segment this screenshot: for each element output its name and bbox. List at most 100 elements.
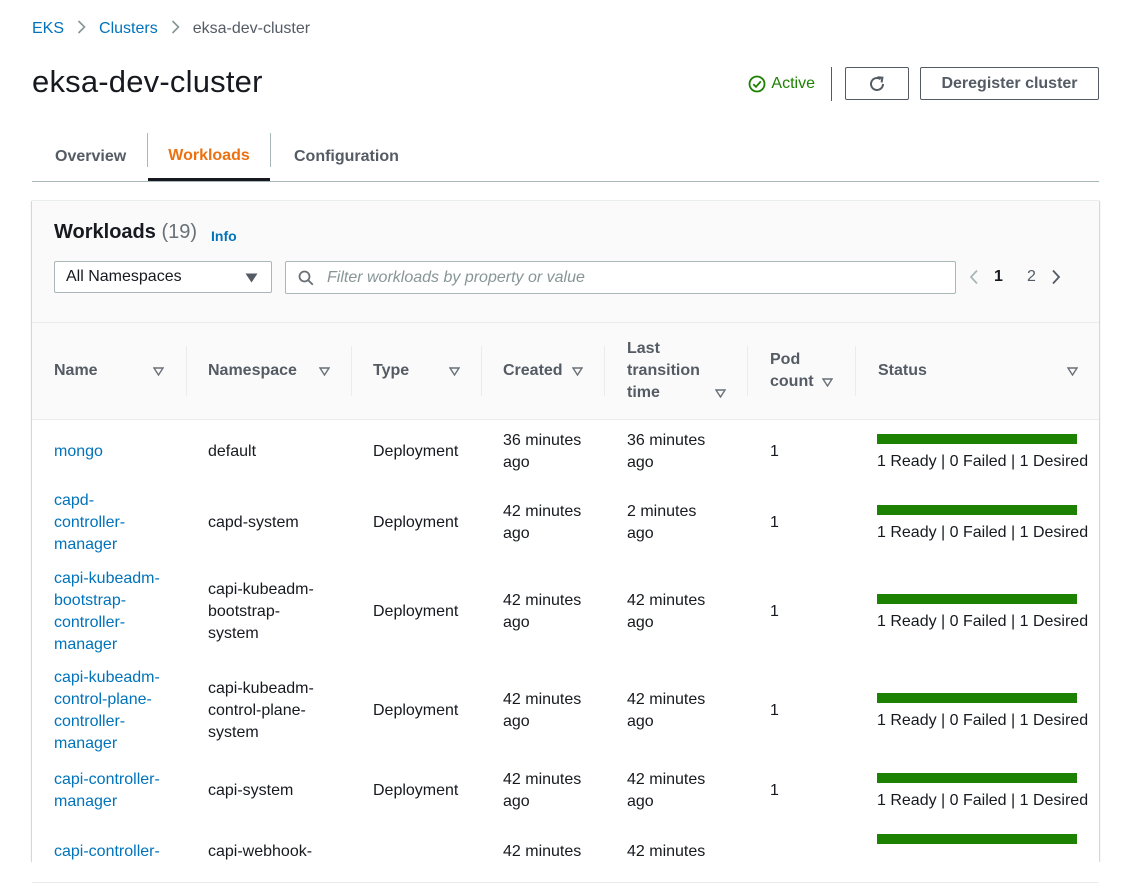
page-1-button[interactable]: 1	[982, 268, 1015, 286]
header-actions: Active Deregister cluster	[748, 66, 1099, 101]
cell-line: 42 minutes	[503, 690, 582, 708]
divider	[831, 66, 832, 101]
cell-line: 42 minutes	[503, 771, 582, 788]
next-page-icon[interactable]	[1048, 269, 1064, 285]
pod-count-cell: 1	[770, 760, 830, 822]
workload-name-link[interactable]: capi-controller-	[54, 822, 204, 882]
last-transition-cell: 42 minutes ago	[627, 760, 737, 822]
created-cell: 42 minutes ago	[503, 760, 613, 822]
table-row: capi-controller-capi-webhook- 42 minutes 4…	[32, 822, 1099, 883]
cell-line: 42 minutes	[503, 843, 582, 860]
created-cell: 36 minutes ago	[503, 420, 613, 484]
cell-line: 42 minutes	[627, 591, 706, 609]
sort-icon[interactable]	[572, 367, 583, 376]
cell-line: ago	[627, 793, 654, 810]
header-line: Last	[627, 340, 660, 357]
column-header-last-transition-time[interactable]: Last transition time	[627, 323, 700, 419]
column-divider	[855, 346, 856, 396]
breadcrumb: EKS Clusters eksa-dev-cluster	[32, 19, 310, 39]
cell-line: 1	[770, 602, 779, 620]
cell-line: ago	[627, 525, 654, 542]
cell-line: bootstrap-	[54, 591, 127, 609]
tab-workloads[interactable]: Workloads	[148, 133, 270, 181]
page-2-button[interactable]: 2	[1015, 268, 1048, 286]
namespace-cell: capi-kubeadm-control-plane-system	[208, 661, 358, 760]
table-row: capi-kubeadm-control-plane-controller-ma…	[32, 661, 1099, 761]
column-header-namespace[interactable]: Namespace	[208, 323, 297, 419]
status-cell: 1 Ready | 0 Failed | 1 Desired	[877, 773, 1089, 812]
pod-count-cell: 1	[770, 661, 830, 760]
table-header: Name Namespace Type Created Last transit…	[32, 323, 1099, 420]
breadcrumb-eks-link[interactable]: EKS	[32, 20, 64, 38]
sort-icon[interactable]	[153, 367, 164, 376]
cell-line: 42 minutes	[503, 591, 582, 609]
cell-line: ago	[503, 712, 530, 730]
type-cell: Deployment	[373, 562, 483, 661]
cell-line: ago	[627, 613, 654, 631]
namespace-select[interactable]: All Namespaces	[54, 261, 272, 293]
info-link[interactable]: Info	[211, 228, 237, 244]
deregister-cluster-button[interactable]: Deregister cluster	[920, 67, 1099, 100]
type-cell: Deployment	[373, 420, 483, 484]
column-header-name[interactable]: Name	[54, 323, 98, 419]
cell-line: default	[208, 443, 257, 460]
breadcrumb-clusters-link[interactable]: Clusters	[99, 20, 158, 38]
status-cell: 1 Ready | 0 Failed | 1 Desired	[877, 693, 1088, 732]
cell-line: manager	[54, 793, 118, 810]
workloads-title: Workloads	[54, 221, 156, 243]
cell-line: Deployment	[373, 514, 459, 531]
pagination: 1 2	[966, 266, 1064, 288]
status-text: 1 Ready | 0 Failed | 1 Desired	[877, 453, 1089, 470]
refresh-icon	[870, 75, 884, 91]
workload-name-link[interactable]: capi-kubeadm-bootstrap-controller-manage…	[54, 562, 204, 661]
filter-input[interactable]	[325, 267, 929, 288]
refresh-button[interactable]	[845, 67, 909, 100]
sort-icon[interactable]	[1067, 367, 1078, 376]
filter-field[interactable]	[285, 261, 956, 294]
cell-line: Deployment	[373, 782, 459, 799]
type-cell	[373, 822, 483, 882]
cell-line: 36 minutes	[627, 432, 706, 449]
column-header-type[interactable]: Type	[373, 323, 409, 419]
last-transition-cell: 36 minutes ago	[627, 420, 737, 484]
status-cell	[877, 834, 1077, 844]
created-cell: 42 minutes	[503, 822, 613, 882]
cell-line: control-plane-	[208, 701, 306, 719]
sort-icon[interactable]	[449, 367, 460, 376]
column-header-status[interactable]: Status	[878, 323, 927, 419]
tab-overview[interactable]: Overview	[55, 133, 126, 180]
status-text: 1 Ready | 0 Failed | 1 Desired	[877, 613, 1089, 630]
cell-line: Deployment	[373, 443, 459, 460]
column-header-created[interactable]: Created	[503, 323, 563, 419]
workload-name-link[interactable]: capd-controller-manager	[54, 484, 204, 562]
type-cell: Deployment	[373, 760, 483, 822]
page-title: eksa-dev-cluster	[32, 64, 263, 99]
cell-line: 36 minutes	[503, 432, 582, 449]
sort-icon[interactable]	[822, 378, 833, 387]
created-cell: 42 minutes ago	[503, 661, 613, 760]
cell-line: ago	[503, 793, 530, 810]
header-line: transition	[627, 362, 700, 379]
namespace-select-value: All Namespaces	[66, 268, 182, 285]
column-header-pod-count[interactable]: Pod count	[770, 323, 814, 419]
ready-progress-bar	[877, 773, 1077, 783]
namespace-cell: capi-kubeadm-bootstrap-system	[208, 562, 358, 661]
tab-configuration[interactable]: Configuration	[294, 133, 399, 180]
workload-name-link[interactable]: capi-controller-manager	[54, 760, 204, 822]
previous-page-icon[interactable]	[966, 269, 982, 285]
status-text: 1 Ready | 0 Failed | 1 Desired	[877, 792, 1089, 809]
sort-icon[interactable]	[319, 367, 330, 376]
cell-line: capi-kubeadm-	[54, 668, 160, 686]
cell-line: ago	[627, 454, 654, 471]
workload-name-link[interactable]: mongo	[54, 420, 204, 484]
cell-line: capi-kubeadm-	[208, 580, 314, 598]
status-cell: 1 Ready | 0 Failed | 1 Desired	[877, 594, 1089, 633]
last-transition-cell: 2 minutes ago	[627, 484, 737, 562]
chevron-right-icon	[171, 19, 180, 39]
cell-line: capi-controller-	[54, 771, 160, 788]
cell-line: manager	[54, 734, 118, 752]
cell-line: 2 minutes	[627, 503, 697, 520]
sort-icon[interactable]	[715, 389, 726, 398]
table-row: capd-controller-manager capd-system Deploy…	[32, 484, 1099, 563]
workload-name-link[interactable]: capi-kubeadm-control-plane-controller-ma…	[54, 661, 204, 760]
